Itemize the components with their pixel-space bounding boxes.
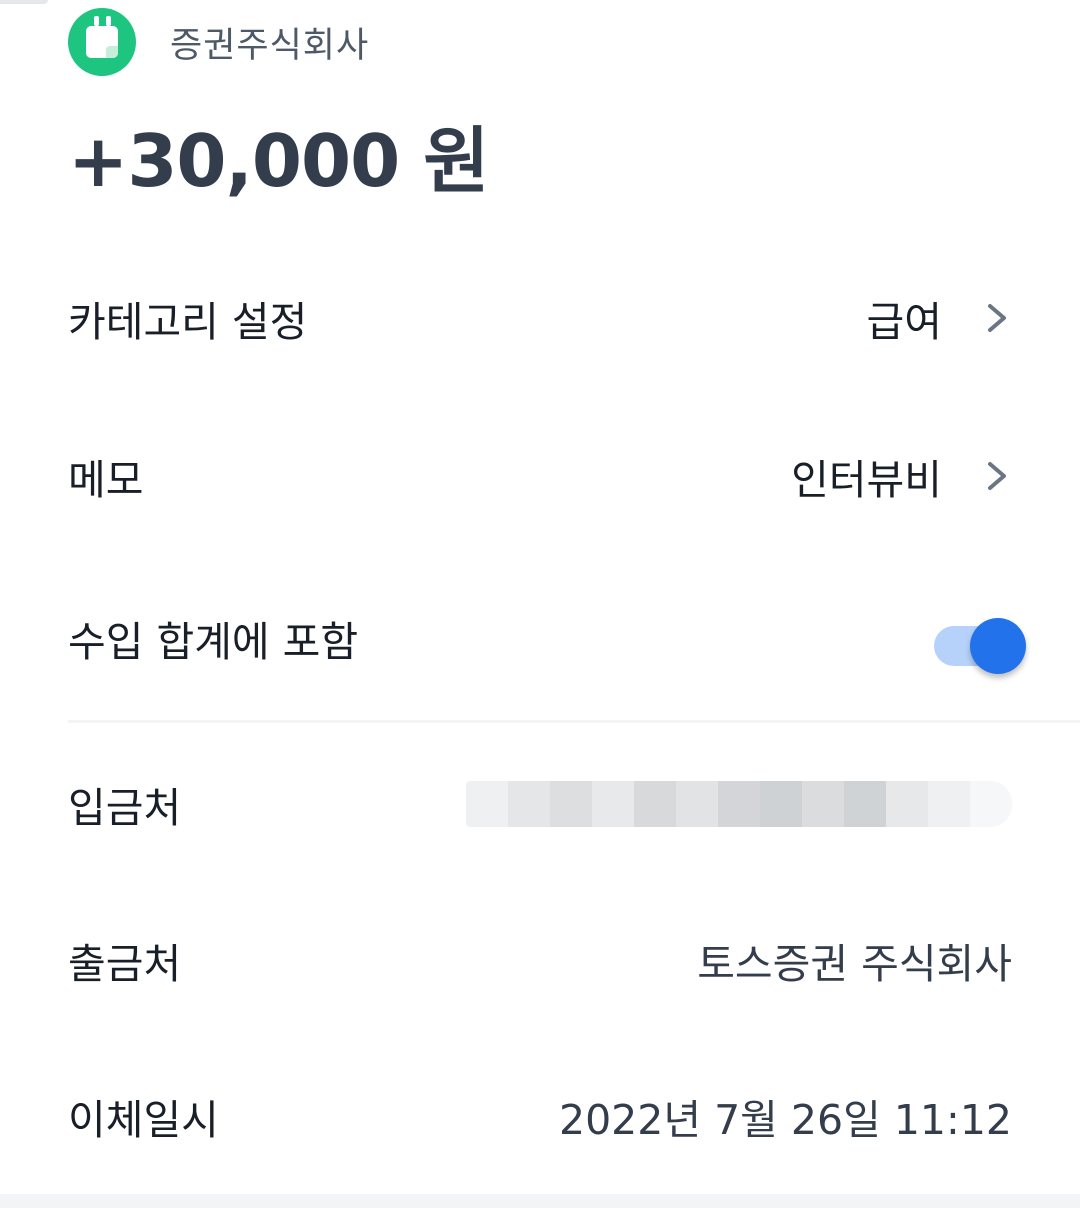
transfer-date-value: 2022년 7월 26일 11:12: [558, 1096, 1012, 1144]
include-income-label: 수입 합계에 포함: [68, 618, 359, 666]
section-divider: [68, 720, 1080, 723]
include-income-toggle[interactable]: [934, 608, 1026, 674]
depositor-value-redacted: [466, 781, 1012, 827]
top-corner-decoration: [0, 0, 48, 4]
memo-document-icon: [68, 8, 136, 76]
withdrawer-label: 출금처: [68, 940, 182, 988]
transfer-date-label: 이체일시: [68, 1096, 219, 1144]
category-value: 급여: [866, 298, 942, 346]
category-value-group: 급여: [867, 288, 1012, 348]
bottom-bar: [0, 1194, 1080, 1208]
memo-row[interactable]: 메모 인터뷰비: [68, 436, 1012, 516]
include-income-row: 수입 합계에 포함: [68, 598, 1026, 678]
sender-name: 증권주식회사: [170, 25, 370, 66]
depositor-label: 입금처: [68, 784, 182, 832]
transaction-amount: +30,000 원: [68, 119, 489, 203]
toggle-knob: [970, 618, 1026, 674]
withdrawer-row: 출금처 토스증권 주식회사: [68, 920, 1012, 1000]
transaction-header: 증권주식회사: [68, 8, 369, 76]
category-label: 카테고리 설정: [68, 298, 308, 346]
transfer-date-row: 이체일시 2022년 7월 26일 11:12: [68, 1076, 1012, 1156]
memo-label: 메모: [68, 456, 144, 504]
memo-value-group: 인터뷰비: [791, 446, 1012, 506]
withdrawer-value: 토스증권 주식회사: [697, 940, 1012, 988]
category-setting-row[interactable]: 카테고리 설정 급여: [68, 278, 1012, 358]
chevron-right-icon: [988, 304, 1006, 332]
depositor-row: 입금처: [68, 764, 1012, 844]
memo-value: 인터뷰비: [791, 456, 942, 504]
chevron-right-icon: [988, 462, 1006, 490]
